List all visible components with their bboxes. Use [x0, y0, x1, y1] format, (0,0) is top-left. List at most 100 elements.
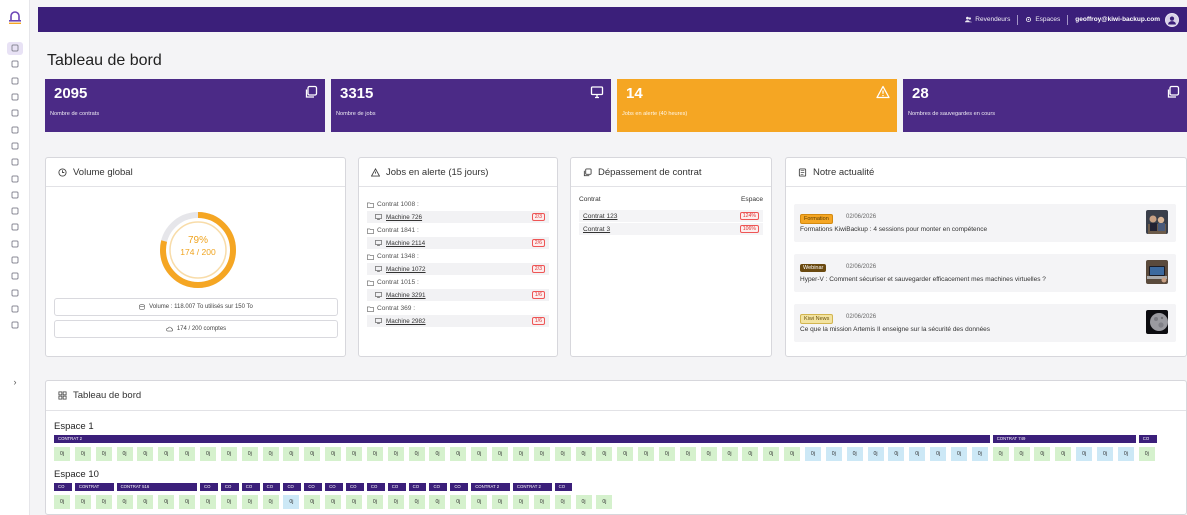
- contract-bar[interactable]: CO: [450, 483, 469, 491]
- job-cell[interactable]: 0j: [283, 447, 300, 461]
- sidebar-item-screen[interactable]: [0, 219, 30, 235]
- alert-machine-row[interactable]: Machine 2114 2/6: [367, 237, 549, 249]
- job-cell[interactable]: 0j: [1034, 447, 1051, 461]
- job-cell[interactable]: 0j: [533, 447, 550, 461]
- job-cell[interactable]: 0j: [54, 495, 70, 509]
- sidebar-item-rocket[interactable]: [0, 301, 30, 317]
- job-cell[interactable]: 0j: [909, 447, 926, 461]
- job-cell[interactable]: 0j: [387, 447, 404, 461]
- job-cell[interactable]: 0j: [575, 447, 592, 461]
- job-cell[interactable]: 0j: [617, 447, 634, 461]
- job-cell[interactable]: 0j: [1117, 447, 1134, 461]
- job-cell[interactable]: 0j: [804, 447, 821, 461]
- job-cell[interactable]: 0j: [387, 495, 404, 509]
- job-cell[interactable]: 0j: [366, 495, 383, 509]
- alert-machine-row[interactable]: Machine 1072 2/3: [367, 263, 549, 275]
- sidebar-item-server[interactable]: [0, 252, 30, 268]
- job-cell[interactable]: 0j: [220, 495, 237, 509]
- machine-link[interactable]: Machine 1072: [386, 266, 426, 273]
- stat-contracts[interactable]: 2095 Nombre de contrats: [45, 79, 325, 132]
- contract-bar[interactable]: CO: [325, 483, 344, 491]
- job-cell[interactable]: 0j: [179, 495, 196, 509]
- contract-bar[interactable]: CONTRAT: [74, 483, 114, 491]
- contract-bar[interactable]: CONTRAT 516: [116, 483, 198, 491]
- job-cell[interactable]: 0j: [158, 447, 175, 461]
- job-cell[interactable]: 0j: [1097, 447, 1113, 461]
- job-cell[interactable]: 0j: [262, 447, 279, 461]
- avatar[interactable]: [1165, 12, 1179, 27]
- sidebar-item-monitor[interactable]: [0, 121, 30, 137]
- sidebar-item-history[interactable]: [0, 89, 30, 105]
- job-cell[interactable]: 0j: [471, 495, 488, 509]
- job-cell[interactable]: 0j: [492, 495, 509, 509]
- job-cell[interactable]: 0j: [533, 495, 550, 509]
- job-cell[interactable]: 0j: [596, 447, 613, 461]
- job-cell[interactable]: 0j: [867, 447, 884, 461]
- job-cell[interactable]: 0j: [512, 447, 529, 461]
- job-cell[interactable]: 0j: [575, 495, 592, 509]
- job-cell[interactable]: 0j: [825, 447, 842, 461]
- job-cell[interactable]: 0j: [304, 447, 321, 461]
- sidebar-item-document[interactable]: [0, 187, 30, 203]
- job-cell[interactable]: 0j: [429, 447, 446, 461]
- job-cell[interactable]: 0j: [742, 447, 759, 461]
- news-item[interactable]: Formation 02/06/2026 Formations KiwiBack…: [794, 204, 1176, 242]
- contract-link[interactable]: Contrat 3: [583, 226, 610, 233]
- job-cell[interactable]: 0j: [554, 447, 571, 461]
- job-cell[interactable]: 0j: [596, 495, 613, 509]
- job-cell[interactable]: 0j: [950, 447, 967, 461]
- contract-bar[interactable]: CONTRAT 749: [992, 435, 1136, 443]
- job-cell[interactable]: 0j: [1055, 447, 1072, 461]
- job-cell[interactable]: 0j: [366, 447, 383, 461]
- machine-link[interactable]: Machine 3291: [386, 292, 426, 299]
- job-cell[interactable]: 0j: [95, 447, 112, 461]
- sidebar-item-cloud[interactable]: [0, 138, 30, 154]
- alert-machine-row[interactable]: Machine 2982 1/6: [367, 315, 549, 327]
- machine-link[interactable]: Machine 2982: [386, 318, 426, 325]
- job-cell[interactable]: 0j: [95, 495, 112, 509]
- sidebar-item-chart[interactable]: [0, 154, 30, 170]
- job-cell[interactable]: 0j: [471, 447, 488, 461]
- contract-bar[interactable]: CO: [366, 483, 385, 491]
- job-cell[interactable]: 0j: [512, 495, 529, 509]
- job-cell[interactable]: 0j: [325, 447, 342, 461]
- contract-bar[interactable]: CO: [387, 483, 406, 491]
- job-cell[interactable]: 0j: [930, 447, 947, 461]
- contract-bar[interactable]: CONTRAT 2: [54, 435, 990, 443]
- job-cell[interactable]: 0j: [137, 495, 154, 509]
- job-cell[interactable]: 0j: [262, 495, 279, 509]
- job-cell[interactable]: 0j: [325, 495, 342, 509]
- stat-backups-running[interactable]: 28 Nombres de sauvegardes en cours: [903, 79, 1187, 132]
- contract-bar[interactable]: CONTRAT 2: [471, 483, 510, 491]
- job-cell[interactable]: 0j: [450, 447, 467, 461]
- contract-bar[interactable]: CO: [283, 483, 302, 491]
- job-cell[interactable]: 0j: [116, 495, 133, 509]
- stat-alert-jobs[interactable]: 14 Jobs en alerte (40 heures): [617, 79, 897, 132]
- resellers-link[interactable]: Revendeurs: [965, 16, 1010, 23]
- contract-bar[interactable]: CO: [262, 483, 281, 491]
- job-cell[interactable]: 0j: [200, 495, 217, 509]
- news-item[interactable]: Webinar 02/06/2026 Hyper-V : Comment séc…: [794, 254, 1176, 292]
- contract-bar[interactable]: CO: [304, 483, 323, 491]
- job-cell[interactable]: 0j: [408, 447, 425, 461]
- machine-link[interactable]: Machine 2114: [386, 240, 425, 247]
- job-cell[interactable]: 0j: [658, 447, 675, 461]
- job-cell[interactable]: 0j: [679, 447, 696, 461]
- job-cell[interactable]: 0j: [429, 495, 446, 509]
- job-cell[interactable]: 0j: [846, 447, 863, 461]
- job-cell[interactable]: 0j: [74, 495, 91, 509]
- sidebar-item-report[interactable]: [0, 284, 30, 300]
- job-cell[interactable]: 0j: [784, 447, 801, 461]
- job-cell[interactable]: 0j: [304, 495, 321, 509]
- job-cell[interactable]: 0j: [1138, 447, 1155, 461]
- contract-bar[interactable]: CO: [220, 483, 239, 491]
- contract-bar[interactable]: CO: [408, 483, 427, 491]
- job-cell[interactable]: 0j: [200, 447, 217, 461]
- sidebar-item-mail[interactable]: [0, 268, 30, 284]
- sidebar-item-dashboard[interactable]: [0, 40, 30, 56]
- job-cell[interactable]: 0j: [346, 495, 363, 509]
- sidebar-item-stats[interactable]: [0, 170, 30, 186]
- contract-bar[interactable]: CO: [241, 483, 260, 491]
- job-cell[interactable]: 0j: [992, 447, 1009, 461]
- job-cell[interactable]: 0j: [54, 447, 70, 461]
